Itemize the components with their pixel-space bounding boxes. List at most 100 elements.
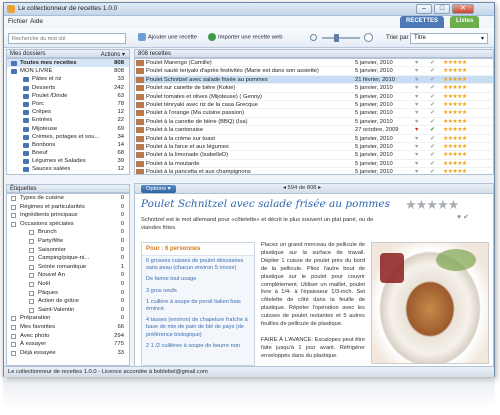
recipe-row[interactable]: Poulet Schnitzel avec salade frisée au p… xyxy=(135,75,493,85)
recipe-row[interactable]: Poulet à la farce et aux légumes 5 janvie… xyxy=(135,143,493,152)
tag-item[interactable]: Occasions spéciales 0 xyxy=(7,220,129,229)
tried-check-icon[interactable]: ✔ xyxy=(430,160,435,168)
tag-checkbox[interactable] xyxy=(29,238,34,244)
rating-stars[interactable]: ★★★★★ xyxy=(443,135,467,143)
tag-checkbox[interactable] xyxy=(11,204,16,210)
tag-checkbox[interactable] xyxy=(29,307,34,313)
folder-item[interactable]: Bonbons 14 xyxy=(7,141,129,149)
folder-item[interactable]: Boeuf 68 xyxy=(7,149,129,157)
tag-item[interactable]: Action de grâce 0 xyxy=(7,297,129,306)
zoom-slider[interactable] xyxy=(322,37,360,39)
recipe-row[interactable]: Poulet sauté teriyaki d'après festivités… xyxy=(135,67,493,76)
tried-check-icon[interactable]: ✔ xyxy=(430,135,435,143)
tag-checkbox[interactable] xyxy=(29,281,34,287)
recipe-row[interactable]: Poulet ténryaki avec riz de la casa Grec… xyxy=(135,101,493,110)
rating-stars[interactable]: ★★★★★ xyxy=(443,101,467,109)
tried-check-icon[interactable]: ✔ xyxy=(430,109,435,117)
favorite-heart-icon[interactable]: ♥ xyxy=(415,151,418,159)
rating-stars[interactable]: ★★★★★ xyxy=(443,67,467,75)
tag-checkbox[interactable] xyxy=(11,324,16,330)
tag-item[interactable]: Mes favorites 66 xyxy=(7,323,129,332)
folder-item[interactable]: Mijoteuse 69 xyxy=(7,125,129,133)
tag-item[interactable]: Saisonnier 0 xyxy=(7,246,129,255)
folder-item[interactable]: Entrées 22 xyxy=(7,116,129,124)
tag-item[interactable]: Déjà essayée 33 xyxy=(7,349,129,358)
close-button[interactable]: ✕ xyxy=(452,4,474,14)
folder-item[interactable]: Sauces salées 12 xyxy=(7,165,129,173)
tag-checkbox[interactable] xyxy=(11,333,16,339)
favorite-heart-icon[interactable]: ♥ xyxy=(415,109,418,117)
zoom-in-icon[interactable] xyxy=(364,33,373,42)
recipe-row[interactable]: Poulet à la cantonaise 27 octobre, 2009 ♥ ✔… xyxy=(135,126,493,135)
favorite-tried-icons[interactable]: ♥ ✔ xyxy=(457,213,469,221)
tried-check-icon[interactable]: ✔ xyxy=(430,143,435,151)
tag-item[interactable]: Nouvel An 0 xyxy=(7,271,129,280)
rating-stars[interactable]: ★★★★★ xyxy=(405,197,459,213)
tried-check-icon[interactable]: ✔ xyxy=(430,93,435,101)
tag-item[interactable]: Soirée romantique 1 xyxy=(7,263,129,272)
favorite-heart-icon[interactable]: ♥ xyxy=(415,118,418,126)
tried-check-icon[interactable]: ✔ xyxy=(430,84,435,92)
tag-checkbox[interactable] xyxy=(29,299,34,305)
recipe-row[interactable]: Poulet Marengo (Camille) 5 janvier, 2010 ♥… xyxy=(135,59,493,68)
tag-item[interactable]: À essayer 775 xyxy=(7,340,129,349)
tag-checkbox[interactable] xyxy=(11,213,16,219)
zoom-slider-knob[interactable] xyxy=(334,34,339,42)
favorite-heart-icon[interactable]: ♥ xyxy=(415,101,418,109)
rating-stars[interactable]: ★★★★★ xyxy=(443,143,467,151)
sort-select[interactable]: Titre ▾ xyxy=(410,33,488,44)
recipe-row[interactable]: Poulet sur canette de bière (Kokie) 5 jan… xyxy=(135,84,493,93)
tag-checkbox[interactable] xyxy=(11,196,16,201)
tag-item[interactable]: Party/fête 0 xyxy=(7,237,129,246)
tag-checkbox[interactable] xyxy=(29,273,34,279)
recipe-row[interactable]: Poulet à la crème sur toast 5 janvier, 20… xyxy=(135,135,493,143)
tag-item[interactable]: Saint-Valentin 0 xyxy=(7,306,129,315)
tried-check-icon[interactable]: ✔ xyxy=(430,59,435,67)
tag-item[interactable]: Brunch 0 xyxy=(7,228,129,237)
tag-checkbox[interactable] xyxy=(29,247,34,253)
folder-item[interactable]: Crêpes 12 xyxy=(7,108,129,116)
tag-item[interactable]: Camping/pique-ni... 0 xyxy=(7,254,129,263)
maximize-button[interactable]: □ xyxy=(434,4,450,14)
tab-recettes[interactable]: RECETTES xyxy=(400,16,445,28)
recipe-row[interactable]: Poulet à la moutarde 5 janvier, 2010 ♥ ✔ ★★★… xyxy=(135,160,493,169)
tag-item[interactable]: Régimes et particularités 0 xyxy=(7,203,129,212)
favorite-heart-icon[interactable]: ♥ xyxy=(415,135,418,143)
tag-checkbox[interactable] xyxy=(29,256,34,262)
tag-item[interactable]: Préparation 0 xyxy=(7,314,129,323)
tag-checkbox[interactable] xyxy=(29,230,34,236)
tag-item[interactable]: Noël 0 xyxy=(7,280,129,289)
favorite-heart-icon[interactable]: ♥ xyxy=(415,93,418,101)
tried-check-icon[interactable]: ✔ xyxy=(430,151,435,159)
folder-item[interactable]: MON LIVRE 808 xyxy=(7,67,129,75)
recipe-row[interactable]: Poulet tomates et olives (Mijoteuse) ( G… xyxy=(135,93,493,101)
rating-stars[interactable]: ★★★★★ xyxy=(443,59,467,67)
rating-stars[interactable]: ★★★★★ xyxy=(443,93,467,101)
menu-fichier[interactable]: Fichier xyxy=(8,18,28,25)
favorite-heart-icon[interactable]: ♥ xyxy=(415,143,418,151)
tried-check-icon[interactable]: ✔ xyxy=(430,67,435,75)
minimize-button[interactable]: – xyxy=(416,4,432,14)
favorite-heart-icon[interactable]: ♥ xyxy=(415,59,418,67)
folders-actions-button[interactable]: Actions ▾ xyxy=(101,51,125,58)
tried-check-icon[interactable]: ✔ xyxy=(430,76,435,84)
tag-item[interactable]: Pâques 0 xyxy=(7,289,129,298)
menu-aide[interactable]: Aide xyxy=(30,18,43,25)
tag-checkbox[interactable] xyxy=(29,264,34,270)
rating-stars[interactable]: ★★★★★ xyxy=(443,118,467,126)
rating-stars[interactable]: ★★★★★ xyxy=(443,168,467,174)
favorite-heart-icon[interactable]: ♥ xyxy=(415,76,418,84)
tried-check-icon[interactable]: ✔ xyxy=(430,101,435,109)
tried-check-icon[interactable]: ✔ xyxy=(430,126,435,134)
pager[interactable]: ◂ 594 de 808 ▸ xyxy=(283,185,321,191)
zoom-out-icon[interactable] xyxy=(310,34,317,41)
tag-item[interactable]: Types de cuisine 0 xyxy=(7,194,129,203)
tag-checkbox[interactable] xyxy=(11,350,16,356)
rating-stars[interactable]: ★★★★★ xyxy=(443,160,467,168)
rating-stars[interactable]: ★★★★★ xyxy=(443,76,467,84)
tried-check-icon[interactable]: ✔ xyxy=(430,118,435,126)
folder-item[interactable]: Poulet /Dinde 63 xyxy=(7,92,129,100)
rating-stars[interactable]: ★★★★★ xyxy=(443,151,467,159)
rating-stars[interactable]: ★★★★★ xyxy=(443,109,467,117)
recipe-row[interactable]: Poulet à la pancetta et aux champignons 5… xyxy=(135,168,493,174)
